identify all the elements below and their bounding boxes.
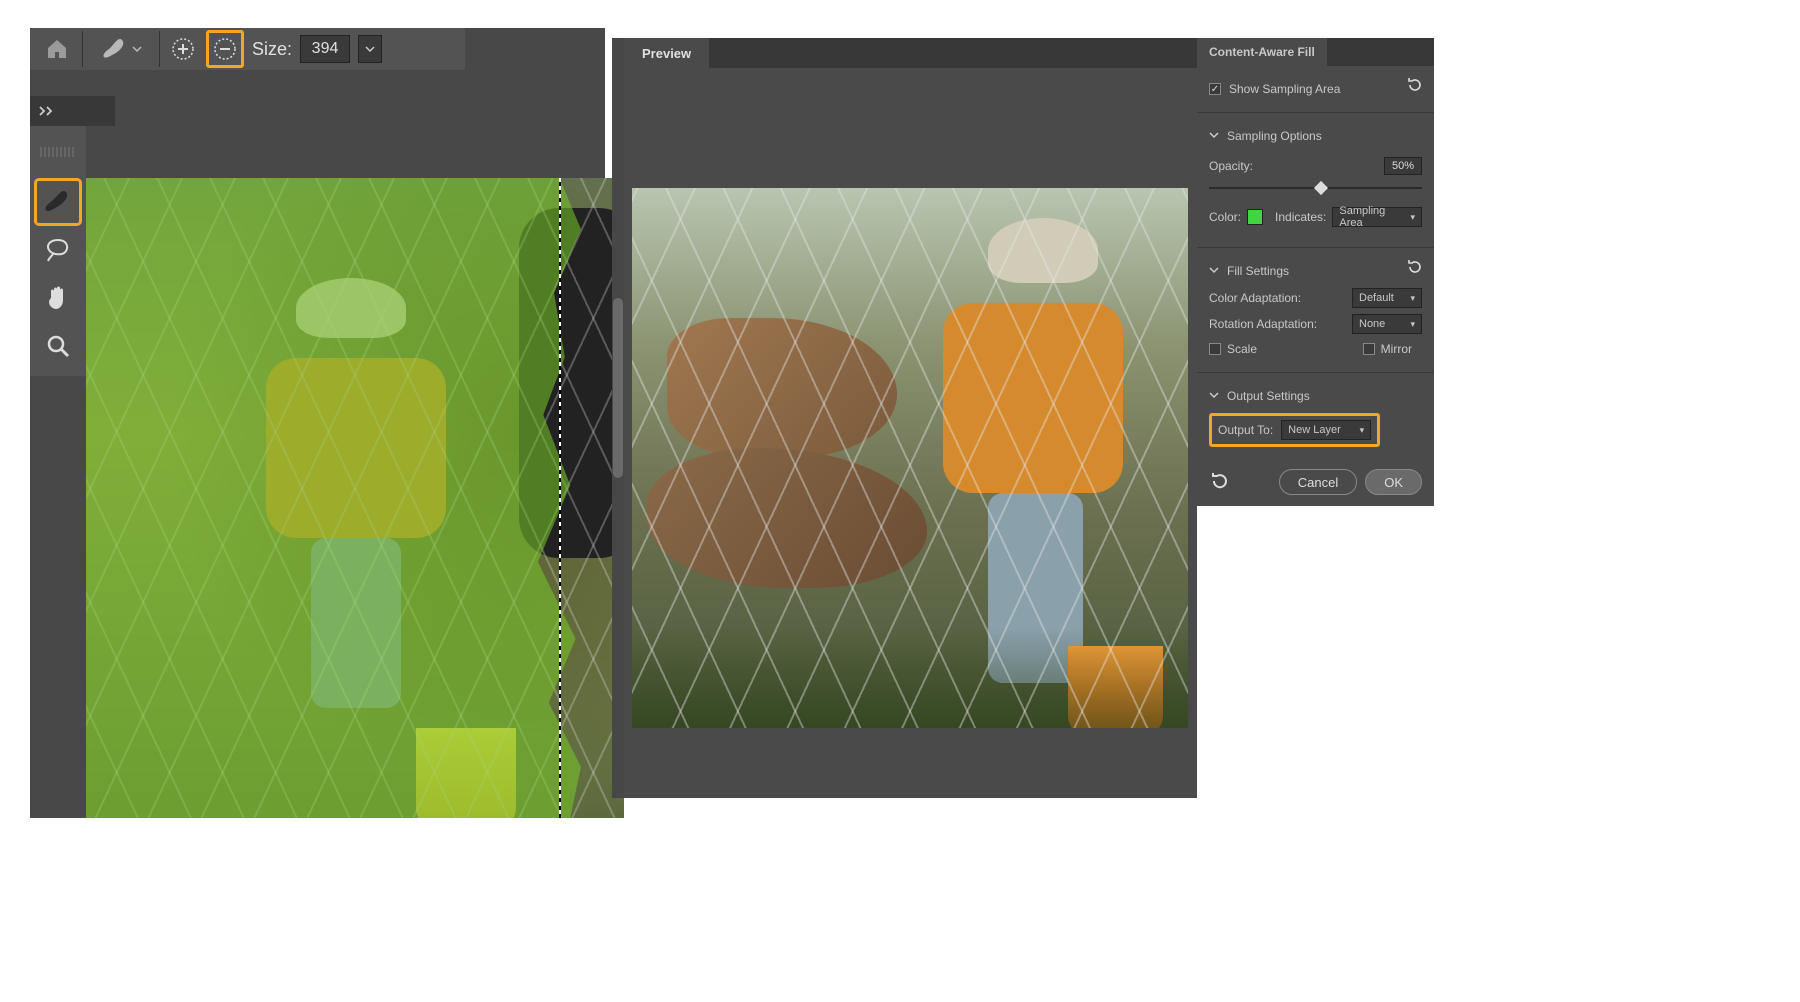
color-adaptation-value: Default xyxy=(1359,292,1394,304)
fill-settings-section: Fill Settings Color Adaptation: Default … xyxy=(1197,248,1434,373)
hand-tool[interactable] xyxy=(36,276,80,320)
reset-show-sampling-button[interactable] xyxy=(1406,76,1424,94)
sampling-options-header[interactable]: Sampling Options xyxy=(1209,129,1422,143)
reset-all-button[interactable] xyxy=(1209,470,1231,495)
opacity-input[interactable] xyxy=(1384,157,1422,175)
output-to-highlight: Output To: New Layer ▾ xyxy=(1209,413,1380,447)
double-chevron-right-icon xyxy=(38,105,58,117)
mirror-label: Mirror xyxy=(1381,342,1412,356)
hand-icon xyxy=(45,284,71,312)
selection-edge xyxy=(559,178,561,818)
grip-icon xyxy=(40,147,76,157)
brush-size-input[interactable] xyxy=(300,35,350,63)
sampling-workspace: Size: xyxy=(30,28,605,818)
reset-icon xyxy=(1209,470,1231,492)
indicates-dropdown[interactable]: Sampling Area ▾ xyxy=(1332,207,1422,227)
lasso-icon xyxy=(44,237,72,263)
caf-footer: Cancel OK xyxy=(1197,457,1434,507)
slider-thumb-icon xyxy=(1313,181,1327,195)
scrollbar-thumb[interactable] xyxy=(613,298,623,478)
minus-circle-icon xyxy=(212,36,238,62)
toolbox xyxy=(30,178,86,376)
brush-icon xyxy=(43,189,73,215)
subtract-from-sampling-button[interactable] xyxy=(210,34,240,64)
subtract-highlight xyxy=(206,30,244,68)
show-sampling-section: Show Sampling Area xyxy=(1197,66,1434,113)
caf-tabbar: Content-Aware Fill xyxy=(1197,38,1434,66)
opacity-slider[interactable] xyxy=(1209,181,1422,195)
reset-fill-settings-button[interactable] xyxy=(1406,258,1424,276)
reset-icon xyxy=(1406,258,1424,276)
magnifier-icon xyxy=(45,333,71,359)
preview-canvas[interactable] xyxy=(632,188,1188,728)
rotation-adaptation-value: None xyxy=(1359,318,1385,330)
output-to-label: Output To: xyxy=(1218,423,1273,437)
scale-label: Scale xyxy=(1227,342,1257,356)
show-sampling-checkbox[interactable] xyxy=(1209,83,1221,95)
scale-checkbox[interactable] xyxy=(1209,343,1221,355)
output-to-dropdown[interactable]: New Layer ▾ xyxy=(1281,420,1371,440)
chevron-down-icon xyxy=(1209,389,1219,403)
panel-scrollbar xyxy=(612,38,624,798)
output-to-value: New Layer xyxy=(1288,424,1341,436)
brush-options-bar: Size: xyxy=(30,28,465,70)
plus-circle-icon xyxy=(170,36,196,62)
output-settings-header[interactable]: Output Settings xyxy=(1209,389,1422,403)
rotation-adaptation-dropdown[interactable]: None ▾ xyxy=(1352,314,1422,334)
opacity-label: Opacity: xyxy=(1209,159,1253,173)
brush-icon xyxy=(100,37,130,61)
divider xyxy=(159,31,160,67)
home-button[interactable] xyxy=(40,32,74,66)
chevron-down-icon xyxy=(1209,129,1219,143)
fence-overlay xyxy=(632,188,1188,728)
mirror-checkbox[interactable] xyxy=(1363,343,1375,355)
sampling-color-swatch[interactable] xyxy=(1247,209,1263,225)
brush-size-dropdown[interactable] xyxy=(358,35,382,63)
sampling-canvas[interactable] xyxy=(86,178,624,818)
chevron-down-icon: ▾ xyxy=(1360,425,1365,436)
tab-preview[interactable]: Preview xyxy=(624,38,709,68)
reset-icon xyxy=(1406,76,1424,94)
output-settings-section: Output Settings Output To: New Layer ▾ xyxy=(1197,373,1434,457)
sampling-brush-tool[interactable] xyxy=(36,180,80,224)
fill-settings-label: Fill Settings xyxy=(1227,264,1289,278)
chevron-down-icon xyxy=(365,44,375,54)
ok-button[interactable]: OK xyxy=(1365,469,1422,495)
fill-settings-header[interactable]: Fill Settings xyxy=(1209,264,1422,278)
indicates-value: Sampling Area xyxy=(1339,205,1404,229)
chevron-down-icon xyxy=(132,44,142,54)
divider xyxy=(82,31,83,67)
home-icon xyxy=(45,38,69,60)
zoom-tool[interactable] xyxy=(36,324,80,368)
brush-preset-picker[interactable] xyxy=(91,32,151,66)
chevron-down-icon: ▾ xyxy=(1410,293,1415,304)
tab-content-aware-fill[interactable]: Content-Aware Fill xyxy=(1197,38,1327,66)
size-label: Size: xyxy=(252,39,292,60)
color-adaptation-dropdown[interactable]: Default ▾ xyxy=(1352,288,1422,308)
output-settings-label: Output Settings xyxy=(1227,389,1310,403)
toolbox-grip[interactable] xyxy=(30,126,86,178)
cancel-button[interactable]: Cancel xyxy=(1279,469,1357,495)
sampling-options-section: Sampling Options Opacity: Color: Indicat… xyxy=(1197,113,1434,248)
preview-tabbar: Preview xyxy=(624,38,1197,68)
indicates-label: Indicates: xyxy=(1275,210,1326,224)
show-sampling-label: Show Sampling Area xyxy=(1229,82,1340,96)
sampling-options-label: Sampling Options xyxy=(1227,129,1322,143)
color-adaptation-label: Color Adaptation: xyxy=(1209,291,1301,305)
content-aware-fill-panel: Content-Aware Fill Show Sampling Area Sa… xyxy=(1197,38,1434,506)
add-to-sampling-button[interactable] xyxy=(168,34,198,64)
color-label: Color: xyxy=(1209,210,1241,224)
chevron-down-icon xyxy=(1209,264,1219,278)
sampling-area-overlay xyxy=(86,178,624,818)
preview-panel: Preview xyxy=(624,38,1197,798)
rotation-adaptation-label: Rotation Adaptation: xyxy=(1209,317,1317,331)
chevron-down-icon: ▾ xyxy=(1410,319,1415,330)
panel-collapse-bar[interactable] xyxy=(30,96,115,126)
chevron-down-icon: ▾ xyxy=(1410,212,1415,223)
lasso-tool[interactable] xyxy=(36,228,80,272)
